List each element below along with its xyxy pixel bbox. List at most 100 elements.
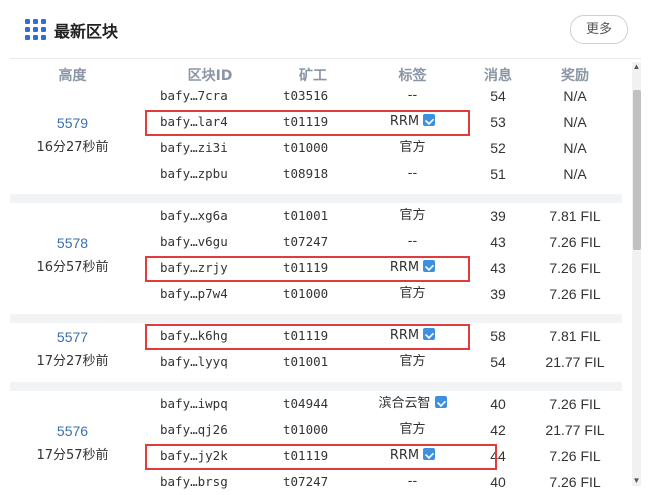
latest-blocks-card: 最新区块 更多 高度 区块ID 矿工 标签 消息 奖励 5579 16分27秒前 b… xyxy=(10,0,641,495)
miner-link[interactable]: t01000 xyxy=(283,281,353,307)
block-id-link-text[interactable]: bafy…lyyq xyxy=(160,354,228,369)
block-id-link[interactable]: bafy…p7w4 xyxy=(160,281,260,307)
block-reward: 21.77 FIL xyxy=(530,349,620,375)
block-tag-text: 官方 xyxy=(399,422,426,437)
block-id-link[interactable]: bafy…xg6a xyxy=(160,203,260,229)
block-id-link[interactable]: bafy…7cra xyxy=(160,83,260,109)
table-row: bafy…qj26 t01000 官方 42 21.77 FIL xyxy=(10,417,622,443)
group-separator xyxy=(10,382,622,391)
block-tag: -- xyxy=(360,229,465,255)
miner-link[interactable]: t01000 xyxy=(283,135,353,161)
card-header: 最新区块 更多 xyxy=(10,0,641,59)
block-id-link-text[interactable]: bafy…zi3i xyxy=(160,140,228,155)
scrollbar-thumb[interactable] xyxy=(633,90,641,250)
block-group: 5578 16分57秒前 bafy…xg6a t01001 官方 39 7.81 FIL ba… xyxy=(10,203,622,314)
block-reward: 7.81 FIL xyxy=(530,203,620,229)
block-id-link-text[interactable]: bafy…iwpq xyxy=(160,396,228,411)
block-reward-text: N/A xyxy=(563,88,587,104)
block-reward: 21.77 FIL xyxy=(530,417,620,443)
miner-link-text[interactable]: t01000 xyxy=(283,422,328,437)
block-reward-text: 7.26 FIL xyxy=(549,474,601,490)
group-separator xyxy=(10,314,622,323)
miner-link[interactable]: t07247 xyxy=(283,229,353,255)
miner-link-text[interactable]: t01001 xyxy=(283,208,328,223)
table-row: bafy…7cra t03516 -- 54 N/A xyxy=(10,83,622,109)
message-count: 43 xyxy=(480,229,516,255)
chevron-down-icon[interactable]: ▼ xyxy=(632,476,641,486)
block-reward: N/A xyxy=(530,109,620,135)
miner-link[interactable]: t01000 xyxy=(283,417,353,443)
block-id-link[interactable]: bafy…iwpq xyxy=(160,391,260,417)
block-reward-text: 7.26 FIL xyxy=(549,448,601,464)
miner-link-text[interactable]: t04944 xyxy=(283,396,328,411)
scrollbar[interactable]: ▲ ▼ xyxy=(632,62,641,486)
block-reward: 7.26 FIL xyxy=(530,229,620,255)
highlight-box xyxy=(145,324,470,350)
block-reward-text: N/A xyxy=(563,114,587,130)
table-row: bafy…brsg t07247 -- 40 7.26 FIL xyxy=(10,469,622,495)
blocks-table-body: 5579 16分27秒前 bafy…7cra t03516 -- 54 N/A bafy…la… xyxy=(10,83,622,495)
miner-link-text[interactable]: t07247 xyxy=(283,234,328,249)
message-count-text: 42 xyxy=(490,422,506,438)
block-id-link[interactable]: bafy…qj26 xyxy=(160,417,260,443)
miner-link-text[interactable]: t08918 xyxy=(283,166,328,181)
miner-link-text[interactable]: t01000 xyxy=(283,140,328,155)
block-reward: 7.26 FIL xyxy=(530,281,620,307)
block-tag-text: 滨合云智 xyxy=(378,396,431,411)
block-tag-text: -- xyxy=(407,474,418,489)
message-count: 58 xyxy=(480,323,516,349)
miner-link-text[interactable]: t01001 xyxy=(283,354,328,369)
block-id-link-text[interactable]: bafy…p7w4 xyxy=(160,286,228,301)
message-count-text: 58 xyxy=(490,328,506,344)
miner-link-text[interactable]: t07247 xyxy=(283,474,328,489)
miner-link[interactable]: t01001 xyxy=(283,203,353,229)
miner-link[interactable]: t07247 xyxy=(283,469,353,495)
miner-link[interactable]: t01001 xyxy=(283,349,353,375)
verified-icon xyxy=(434,396,447,408)
block-id-link[interactable]: bafy…zpbu xyxy=(160,161,260,187)
table-row: bafy…xg6a t01001 官方 39 7.81 FIL xyxy=(10,203,622,229)
miner-link-text[interactable]: t03516 xyxy=(283,88,328,103)
message-count-text: 54 xyxy=(490,88,506,104)
block-tag: 官方 xyxy=(360,135,465,161)
message-count: 54 xyxy=(480,83,516,109)
block-id-link-text[interactable]: bafy…brsg xyxy=(160,474,228,489)
block-reward: N/A xyxy=(530,83,620,109)
block-tag: 官方 xyxy=(360,281,465,307)
block-tag: -- xyxy=(360,83,465,109)
block-id-link-text[interactable]: bafy…7cra xyxy=(160,88,228,103)
message-count: 42 xyxy=(480,417,516,443)
block-id-link[interactable]: bafy…lyyq xyxy=(160,349,260,375)
more-button[interactable]: 更多 xyxy=(570,15,628,44)
message-count-text: 43 xyxy=(490,260,506,276)
table-row: bafy…v6gu t07247 -- 43 7.26 FIL xyxy=(10,229,622,255)
highlight-box xyxy=(145,256,470,282)
block-id-link[interactable]: bafy…brsg xyxy=(160,469,260,495)
block-id-link-text[interactable]: bafy…v6gu xyxy=(160,234,228,249)
miner-link[interactable]: t04944 xyxy=(283,391,353,417)
block-id-link-text[interactable]: bafy…xg6a xyxy=(160,208,228,223)
table-row: bafy…zi3i t01000 官方 52 N/A xyxy=(10,135,622,161)
miner-link[interactable]: t08918 xyxy=(283,161,353,187)
block-id-link[interactable]: bafy…v6gu xyxy=(160,229,260,255)
column-header-height: 高度 xyxy=(58,68,87,84)
block-id-link-text[interactable]: bafy…qj26 xyxy=(160,422,228,437)
block-reward-text: 21.77 FIL xyxy=(545,354,605,370)
block-tag-text: 官方 xyxy=(399,286,426,301)
block-reward: N/A xyxy=(530,135,620,161)
message-count-text: 53 xyxy=(490,114,506,130)
block-id-link[interactable]: bafy…zi3i xyxy=(160,135,260,161)
block-id-link-text[interactable]: bafy…zpbu xyxy=(160,166,228,181)
message-count: 54 xyxy=(480,349,516,375)
table-row: bafy…iwpq t04944 滨合云智 40 7.26 FIL xyxy=(10,391,622,417)
block-reward-text: 7.81 FIL xyxy=(549,208,601,224)
chevron-up-icon[interactable]: ▲ xyxy=(632,62,641,72)
message-count: 40 xyxy=(480,469,516,495)
message-count: 43 xyxy=(480,255,516,281)
block-reward-text: 7.26 FIL xyxy=(549,260,601,276)
block-reward-text: 7.26 FIL xyxy=(549,396,601,412)
block-tag: -- xyxy=(360,161,465,187)
message-count-text: 40 xyxy=(490,474,506,490)
miner-link-text[interactable]: t01000 xyxy=(283,286,328,301)
miner-link[interactable]: t03516 xyxy=(283,83,353,109)
